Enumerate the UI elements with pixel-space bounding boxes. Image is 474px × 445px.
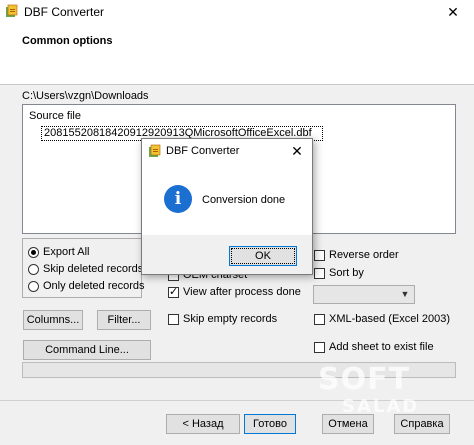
radio-button[interactable]: [28, 280, 39, 292]
dialog-title: DBF Converter: [166, 145, 240, 157]
checkbox[interactable]: [314, 313, 325, 325]
checkbox-sort-by[interactable]: Sort by: [314, 267, 364, 279]
columns-button[interactable]: Columns...: [23, 310, 83, 330]
radio-skip-deleted[interactable]: Skip deleted records: [28, 263, 143, 275]
back-button[interactable]: < Назад: [166, 414, 240, 434]
folder-path: C:\Users\vzgn\Downloads: [22, 90, 149, 102]
checkbox[interactable]: [168, 313, 179, 325]
window-title: DBF Converter: [24, 5, 105, 19]
checkbox[interactable]: [314, 249, 325, 261]
help-button[interactable]: Справка: [394, 414, 450, 434]
radio-button[interactable]: [28, 263, 39, 275]
cancel-button[interactable]: Отмена: [322, 414, 374, 434]
done-button[interactable]: Готово: [244, 414, 296, 434]
dbf-converter-icon: [6, 4, 18, 17]
command-line-button[interactable]: Command Line...: [23, 340, 151, 360]
ok-button[interactable]: OK: [229, 246, 297, 266]
chevron-down-icon[interactable]: ▼: [398, 286, 412, 302]
window-close-icon[interactable]: ✕: [432, 0, 474, 24]
radio-only-deleted[interactable]: Only deleted records: [28, 280, 145, 292]
checkbox[interactable]: [314, 341, 325, 353]
source-file-header: Source file: [29, 110, 81, 122]
section-title: Common options: [22, 35, 113, 47]
watermark-logo-sub: SALAD: [342, 396, 420, 417]
checkbox-add-sheet[interactable]: Add sheet to exist file: [314, 341, 434, 353]
radio-button[interactable]: [28, 246, 39, 258]
dbf-converter-icon: [149, 144, 161, 157]
dialog-close-icon[interactable]: ✕: [285, 141, 309, 161]
filter-button[interactable]: Filter...: [97, 310, 151, 330]
checkbox-view-after[interactable]: View after process done: [168, 285, 301, 298]
watermark-logo: SOFT: [318, 362, 411, 397]
checkbox-reverse-order[interactable]: Reverse order: [314, 249, 399, 261]
checkbox[interactable]: [314, 267, 325, 279]
checkbox-skip-empty[interactable]: Skip empty records: [168, 313, 277, 325]
header-banner: [0, 24, 474, 85]
radio-export-all[interactable]: Export All: [28, 246, 89, 258]
info-icon: i: [164, 185, 192, 213]
dialog-message: Conversion done: [202, 194, 286, 206]
checkbox-xml-based[interactable]: XML-based (Excel 2003): [314, 313, 450, 325]
checkbox[interactable]: [168, 285, 179, 298]
